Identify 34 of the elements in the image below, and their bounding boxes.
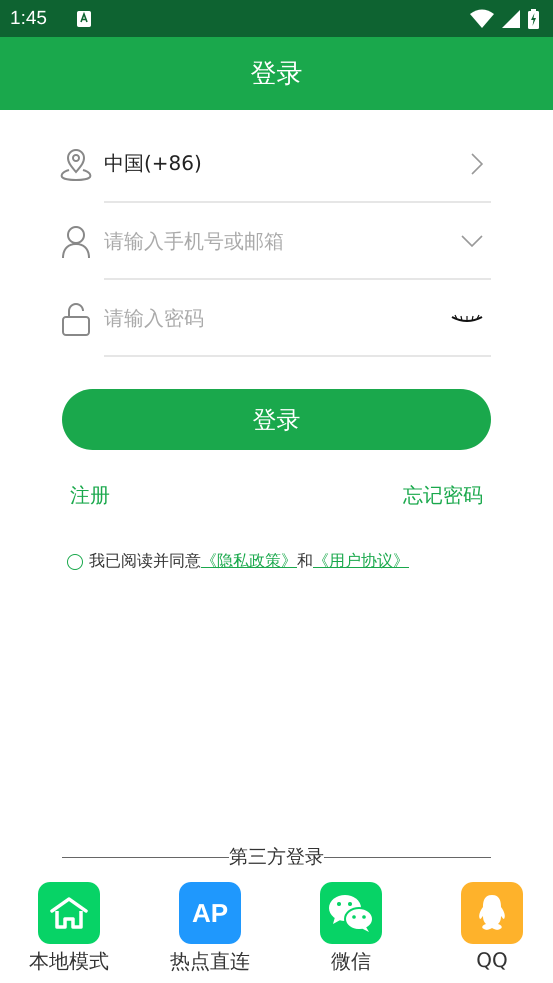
location-pin-icon xyxy=(60,148,92,182)
hotspot-button[interactable]: AP xyxy=(179,882,241,944)
agreement-text: 我已阅读并同意《隐私政策》和《用户协议》 xyxy=(89,551,409,572)
signal-icon xyxy=(502,10,520,28)
user-icon xyxy=(60,224,92,258)
house-icon xyxy=(50,896,88,930)
penguin-button[interactable] xyxy=(461,882,523,944)
lock-icon xyxy=(60,302,92,336)
wifi-icon xyxy=(470,9,494,28)
login-option-label: 热点直连 xyxy=(170,948,250,975)
login-button[interactable]: 登录 xyxy=(62,389,491,450)
forgot-password-link[interactable]: 忘记密码 xyxy=(403,482,483,509)
battery-icon xyxy=(528,8,539,28)
chat-button[interactable] xyxy=(320,882,382,944)
penguin-icon xyxy=(476,894,508,932)
login-option-label: QQ xyxy=(476,948,508,972)
register-link[interactable]: 注册 xyxy=(70,482,110,509)
chat-bubbles-icon xyxy=(328,893,374,933)
agreement-checkbox[interactable] xyxy=(67,554,83,570)
user-agreement-link[interactable]: 《用户协议》 xyxy=(313,551,409,570)
page-title: 登录 xyxy=(250,58,302,91)
closed-eye-icon[interactable] xyxy=(451,312,483,322)
password-field[interactable]: 请输入密码 xyxy=(104,306,451,330)
status-time: 1:45 xyxy=(10,8,47,30)
keyboard-icon xyxy=(76,10,91,26)
login-option-label: 微信 xyxy=(331,948,371,975)
chevron-down-icon xyxy=(461,234,483,246)
chevron-right-icon xyxy=(471,152,483,174)
country-selector[interactable]: 中国(+86) xyxy=(104,150,202,177)
privacy-policy-link[interactable]: 《隐私政策》 xyxy=(201,551,297,570)
account-field[interactable]: 请输入手机号或邮箱 xyxy=(104,228,461,252)
login-option-label: 本地模式 xyxy=(29,948,109,975)
third-party-login-heading: 第三方登录 xyxy=(229,845,324,870)
home-button[interactable] xyxy=(38,882,100,944)
